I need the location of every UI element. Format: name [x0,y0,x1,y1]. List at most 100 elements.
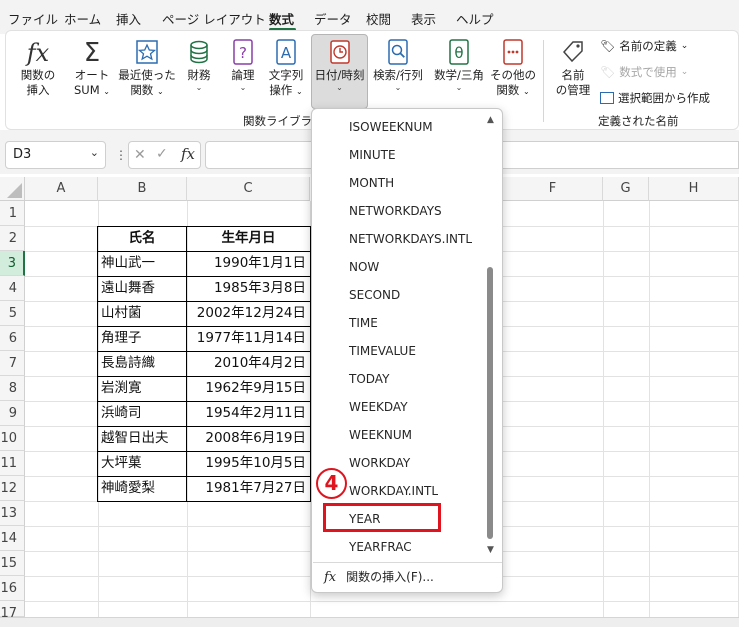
name-box[interactable]: D3 ⌄ [5,141,106,169]
function-item-workday-intl[interactable]: WORKDAY.INTL [349,484,438,498]
column-header-g[interactable]: G [603,177,649,201]
math-functions-button[interactable]: θ 数学/三角 ⌄ [430,38,488,93]
tab-home[interactable]: ホーム [64,9,101,28]
formula-tag-icon: 🏷 [600,65,616,79]
use-in-formula-button[interactable]: 🏷 数式で使用 ⌄ [600,64,688,80]
question-icon: ? [224,38,262,68]
select-all-corner[interactable] [0,177,25,201]
define-name-button[interactable]: 🏷 名前の定義 ⌄ [600,38,688,54]
table-cell-name[interactable]: 角理子 [101,326,142,350]
table-cell-name[interactable]: 長島詩織 [101,351,155,375]
function-item-networkdays[interactable]: NETWORKDAYS [349,204,442,218]
cancel-icon[interactable]: ✕ [134,147,146,163]
function-item-today[interactable]: TODAY [349,372,389,386]
table-header-name[interactable]: 氏名 [98,226,186,250]
table-cell-name[interactable]: 越智日出夫 [101,426,169,450]
chevron-down-icon: ⌄ [336,83,343,92]
chevron-down-icon[interactable]: ⌄ [90,146,99,159]
column-header-f[interactable]: F [503,177,603,201]
function-item-weeknum[interactable]: WEEKNUM [349,428,412,442]
function-item-workday[interactable]: WORKDAY [349,456,410,470]
row-header[interactable]: 7 [0,351,25,376]
table-cell-date[interactable]: 1954年2月11日 [187,401,306,425]
tab-view[interactable]: 表示 [411,9,436,28]
tab-file[interactable]: ファイル [8,9,58,28]
row-header[interactable]: 16 [0,576,25,601]
function-item-month[interactable]: MONTH [349,176,394,190]
column-header-c[interactable]: C [187,177,310,201]
table-cell-date[interactable]: 1995年10月5日 [187,451,306,475]
more-functions-icon [490,38,536,68]
table-cell-name[interactable]: 大坪菓 [101,451,142,475]
create-from-selection-button[interactable]: 選択範囲から作成 [600,90,710,106]
tab-help[interactable]: ヘルプ [456,9,494,28]
table-header-birthdate[interactable]: 生年月日 [187,226,310,250]
table-cell-date[interactable]: 2008年6月19日 [187,426,306,450]
row-header[interactable]: 8 [0,376,25,401]
table-cell-name[interactable]: 浜崎司 [101,401,142,425]
row-header[interactable]: 9 [0,401,25,426]
row-header[interactable]: 2 [0,226,25,251]
logical-functions-button[interactable]: ? 論理 ⌄ [224,38,262,93]
column-header-a[interactable]: A [25,177,98,201]
row-header[interactable]: 4 [0,276,25,301]
row-header-selected[interactable]: 3 [0,251,25,276]
enter-icon[interactable]: ✓ [156,146,168,162]
table-cell-name[interactable]: 神崎愛梨 [101,476,155,500]
name-manager-button[interactable]: 名前 の管理 [551,38,595,98]
autosum-button[interactable]: Σ オート SUM ⌄ [68,38,116,99]
more-options-icon[interactable]: ⋮ [115,148,127,162]
chevron-down-icon: ⌄ [680,41,689,51]
insert-function-fx-icon[interactable]: fx [181,145,195,163]
table-cell-name[interactable]: 岩渕寛 [101,376,142,400]
recent-functions-button[interactable]: 最近使った 関数 ⌄ [116,38,178,99]
row-header[interactable]: 6 [0,326,25,351]
insert-function-button[interactable]: fx 関数の 挿入 [14,38,62,98]
tab-data[interactable]: データ [314,9,352,28]
row-header[interactable]: 13 [0,501,25,526]
function-item-yearfrac[interactable]: YEARFRAC [349,540,412,554]
table-cell-name[interactable]: 遠山舞香 [101,276,155,300]
function-item-weekday[interactable]: WEEKDAY [349,400,408,414]
scroll-down-icon[interactable]: ▼ [487,545,494,555]
row-header[interactable]: 14 [0,526,25,551]
row-header[interactable]: 15 [0,551,25,576]
tab-insert[interactable]: 挿入 [116,9,141,28]
tag-icon: 🏷 [600,39,616,53]
other-functions-button[interactable]: その他の 関数 ⌄ [490,38,536,99]
function-item-timevalue[interactable]: TIMEVALUE [349,344,416,358]
financial-functions-button[interactable]: 財務 ⌄ [180,38,218,93]
column-header-h[interactable]: H [649,177,739,201]
row-header[interactable]: 12 [0,476,25,501]
table-cell-date[interactable]: 1985年3月8日 [187,276,306,300]
tab-formulas[interactable]: 数式 [269,9,294,28]
function-item-isoweeknum[interactable]: ISOWEEKNUM [349,120,433,134]
tab-page-layout[interactable]: ページ レイアウト [162,9,266,28]
function-item-second[interactable]: SECOND [349,288,400,302]
table-cell-date[interactable]: 1990年1月1日 [187,251,306,275]
text-functions-button[interactable]: A 文字列 操作 ⌄ [264,38,308,99]
dropdown-scrollbar-thumb[interactable] [487,267,493,539]
function-item-minute[interactable]: MINUTE [349,148,396,162]
row-header[interactable]: 17 [0,601,25,621]
function-item-time[interactable]: TIME [349,316,378,330]
row-header[interactable]: 11 [0,451,25,476]
table-cell-date[interactable]: 2010年4月2日 [187,351,306,375]
lookup-functions-button[interactable]: 検索/行列 ⌄ [370,38,426,93]
table-cell-name[interactable]: 山村菌 [101,301,142,325]
table-cell-date[interactable]: 1962年9月15日 [187,376,306,400]
table-cell-date[interactable]: 2002年12月24日 [187,301,306,325]
function-item-networkdays-intl[interactable]: NETWORKDAYS.INTL [349,232,472,246]
row-header[interactable]: 10 [0,426,25,451]
table-cell-date[interactable]: 1977年11月14日 [187,326,306,350]
table-cell-date[interactable]: 1981年7月27日 [187,476,306,500]
tab-review[interactable]: 校閲 [366,9,391,28]
insert-function-menu-item[interactable]: fx 関数の挿入(F)... [324,568,434,585]
row-header[interactable]: 1 [0,201,25,226]
column-header-b[interactable]: B [98,177,187,201]
gridline [649,201,650,627]
row-header[interactable]: 5 [0,301,25,326]
table-cell-name[interactable]: 神山武一 [101,251,155,275]
scroll-up-icon[interactable]: ▲ [487,115,494,125]
function-item-now[interactable]: NOW [349,260,379,274]
